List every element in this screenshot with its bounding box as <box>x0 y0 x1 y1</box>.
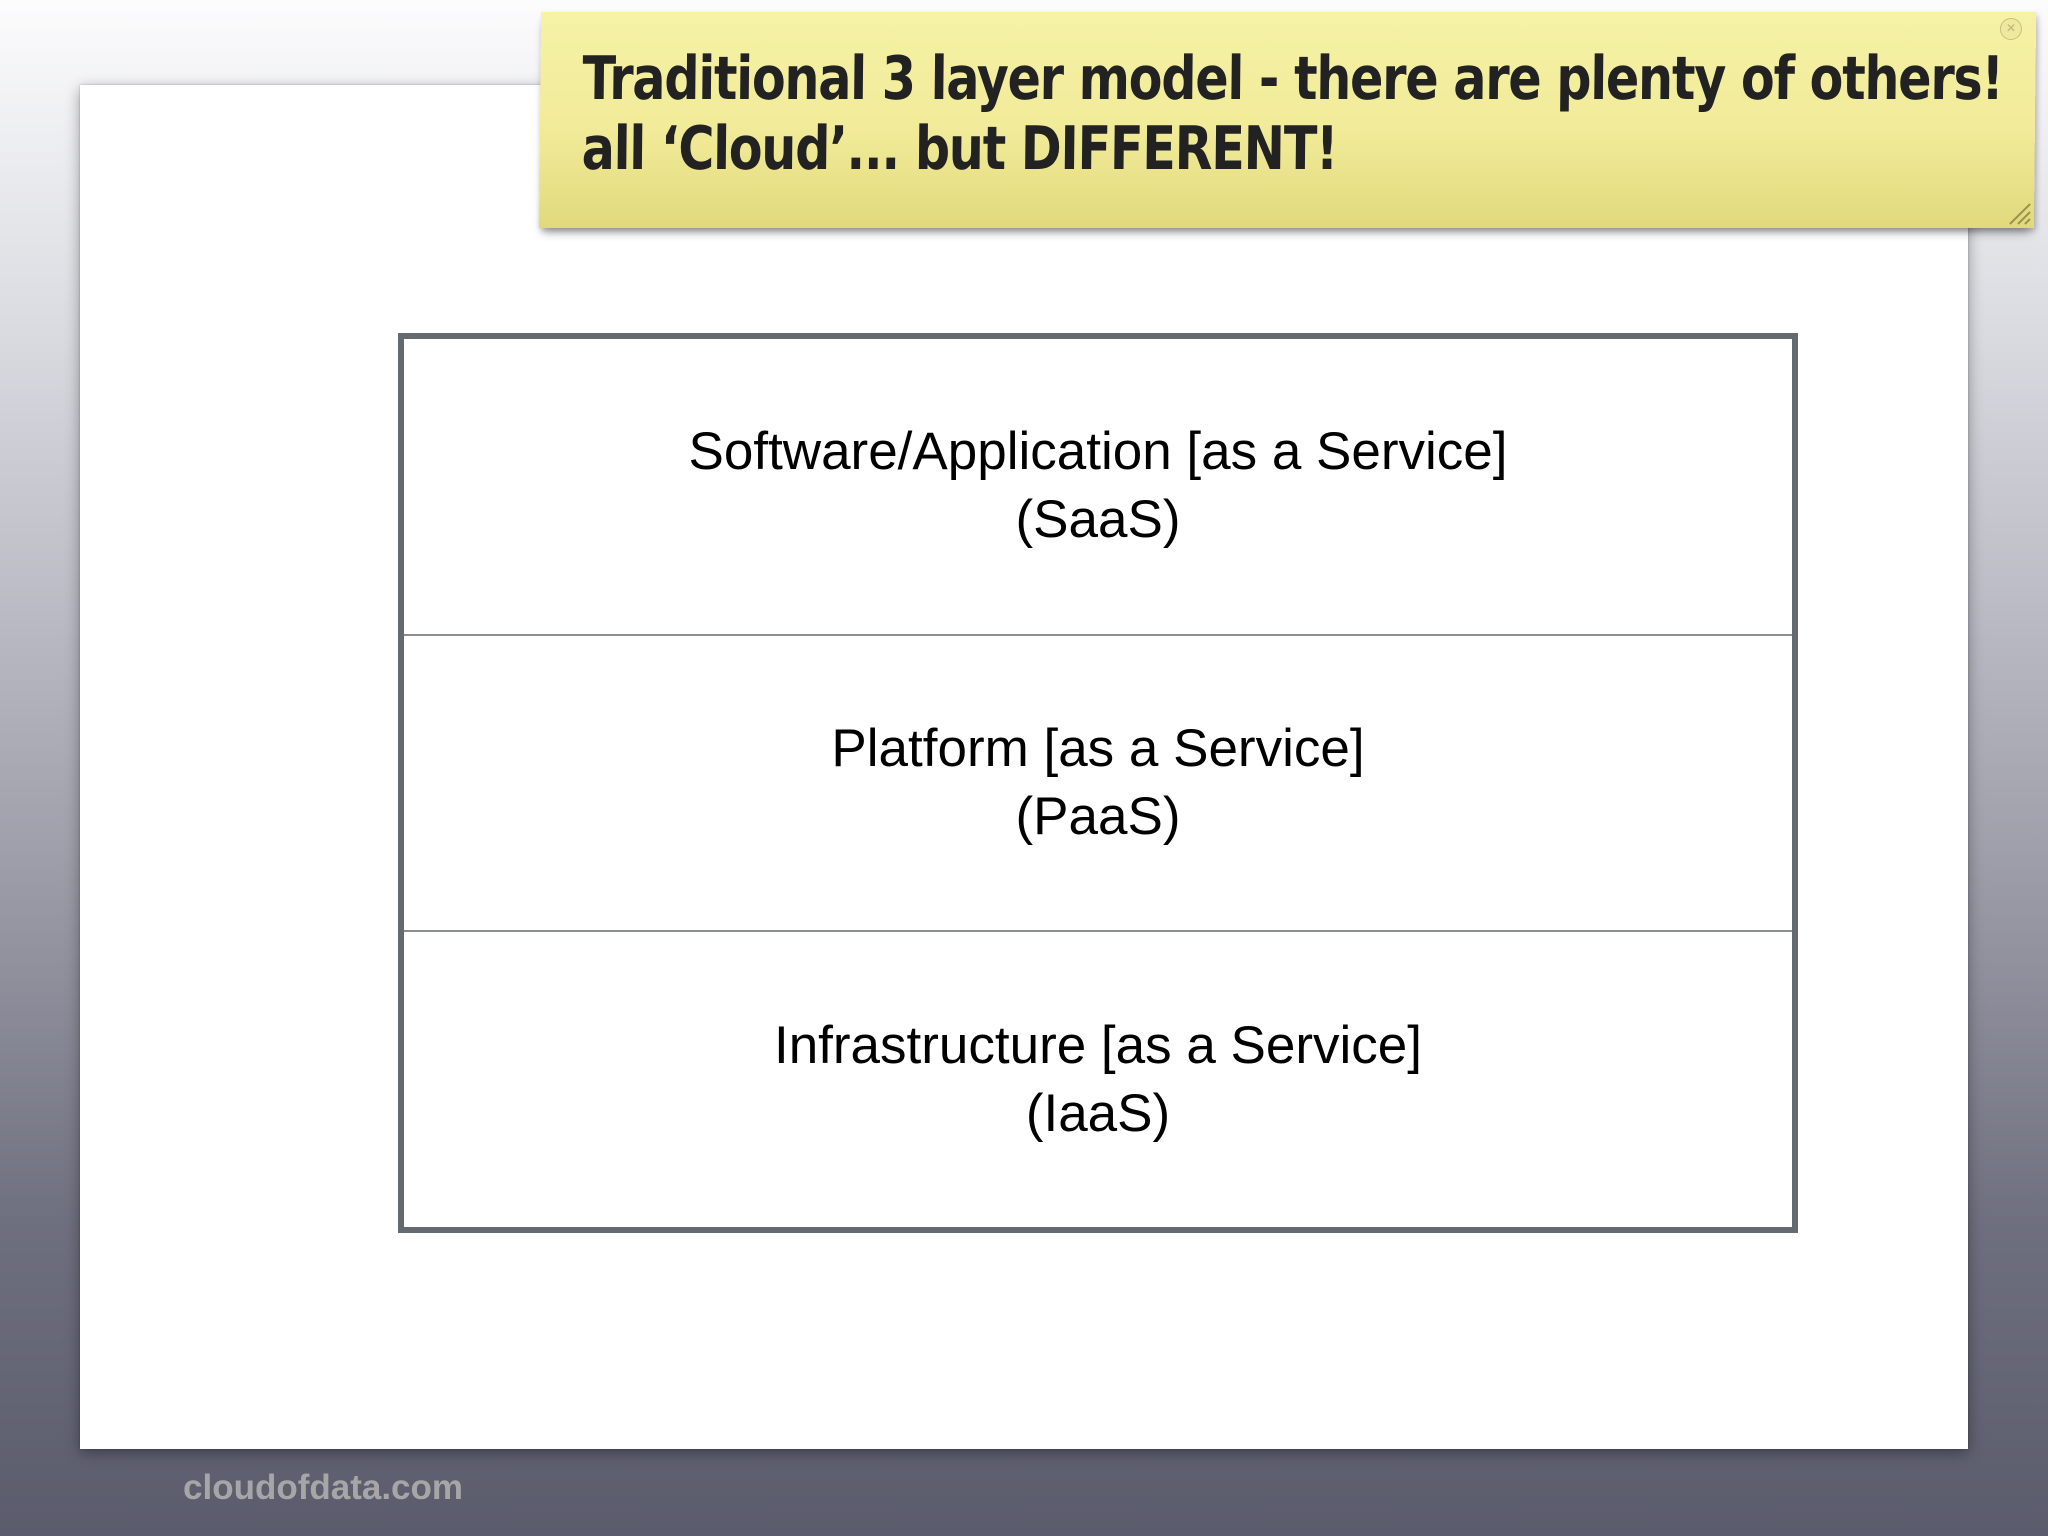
slide: Software/Application [as a Service] (Saa… <box>80 85 1968 1507</box>
site-watermark: cloudofdata.com <box>183 1468 464 1507</box>
layer-saas-title: Software/Application [as a Service] <box>688 422 1508 482</box>
layer-stack-diagram: Software/Application [as a Service] (Saa… <box>398 333 1798 1233</box>
sticky-note[interactable]: Traditional 3 layer model - there are pl… <box>538 12 2037 228</box>
layer-paas-abbr: (PaaS) <box>1015 787 1181 846</box>
sticky-note-line-2: all ‘Cloud’... but DIFFERENT! <box>581 114 1338 184</box>
layer-iaas: Infrastructure [as a Service] (IaaS) <box>404 932 1792 1227</box>
layer-iaas-abbr: (IaaS) <box>1025 1083 1171 1143</box>
layer-saas-abbr: (SaaS) <box>1015 490 1181 550</box>
resize-grip-icon[interactable] <box>2006 200 2032 226</box>
close-icon[interactable]: × <box>1999 18 2023 40</box>
layer-paas: Platform [as a Service] (PaaS) <box>404 636 1792 933</box>
layer-saas: Software/Application [as a Service] (Saa… <box>404 339 1792 636</box>
sticky-note-line-1: Traditional 3 layer model - there are pl… <box>582 44 2004 114</box>
layer-iaas-title: Infrastructure [as a Service] <box>773 1015 1423 1075</box>
sticky-note-text: Traditional 3 layer model - there are pl… <box>581 44 2004 184</box>
layer-paas-title: Platform [as a Service] <box>831 719 1365 778</box>
